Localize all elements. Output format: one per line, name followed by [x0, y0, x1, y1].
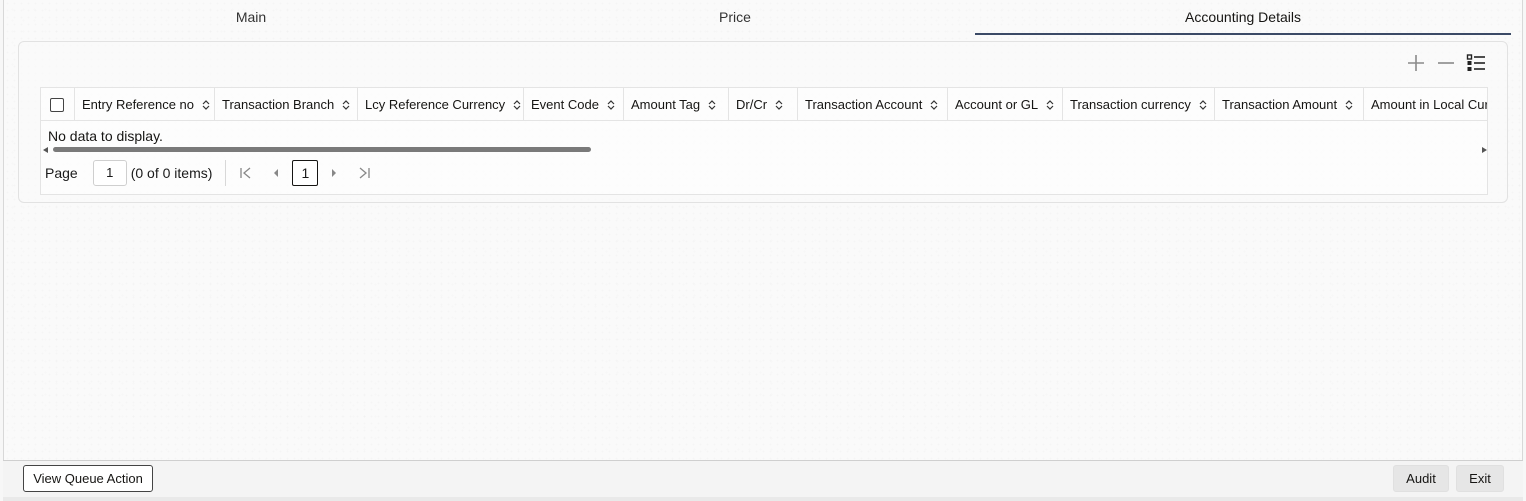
tab-accounting-details[interactable]: Accounting Details — [975, 0, 1511, 35]
add-icon — [1408, 55, 1424, 71]
pagination: Page 1 (0 of 0 items) 1 — [41, 158, 378, 188]
next-page-button[interactable] — [320, 160, 348, 186]
column-label: Lcy Reference Currency — [365, 97, 506, 112]
last-page-button[interactable] — [350, 160, 378, 186]
scroll-right-icon[interactable] — [1482, 147, 1487, 153]
col-dr-cr[interactable]: Dr/Cr — [729, 88, 798, 121]
col-transaction-account[interactable]: Transaction Account — [798, 88, 948, 121]
audit-button[interactable]: Audit — [1393, 465, 1449, 492]
column-label: Transaction Account — [805, 97, 923, 112]
remove-icon — [1438, 62, 1454, 64]
first-page-icon — [240, 167, 251, 179]
sort-icon — [930, 99, 938, 110]
column-list-icon — [1466, 54, 1485, 71]
view-queue-action-button[interactable]: View Queue Action — [23, 465, 153, 492]
column-label: Event Code — [531, 97, 599, 112]
sort-icon — [1199, 99, 1207, 110]
empty-message: No data to display. — [48, 128, 163, 144]
horizontal-scrollbar[interactable] — [41, 145, 1487, 155]
table-header: Entry Reference no Transaction Branch Lc… — [41, 88, 1488, 121]
sort-icon — [202, 99, 210, 110]
scroll-left-icon[interactable] — [43, 147, 48, 153]
column-list-button[interactable] — [1465, 52, 1487, 74]
col-transaction-amount[interactable]: Transaction Amount — [1215, 88, 1364, 121]
exit-button[interactable]: Exit — [1456, 465, 1504, 492]
column-label: Amount Tag — [631, 97, 701, 112]
previous-page-icon — [274, 169, 279, 177]
sort-icon — [775, 99, 783, 110]
add-row-button[interactable] — [1405, 52, 1427, 74]
first-page-button[interactable] — [232, 160, 260, 186]
bottom-strip — [3, 497, 1523, 501]
col-transaction-currency[interactable]: Transaction currency — [1063, 88, 1215, 121]
current-page[interactable]: 1 — [292, 160, 319, 186]
col-entry-reference-no[interactable]: Entry Reference no — [75, 88, 215, 121]
column-label: Transaction Branch — [222, 97, 335, 112]
accounting-entries-table: Entry Reference no Transaction Branch Lc… — [40, 87, 1488, 195]
grid-toolbar — [1405, 52, 1487, 74]
col-lcy-reference-currency[interactable]: Lcy Reference Currency — [358, 88, 524, 121]
pager-divider — [225, 160, 227, 186]
col-transaction-branch[interactable]: Transaction Branch — [215, 88, 358, 121]
sort-icon — [708, 99, 716, 110]
col-amount-in-local-currency[interactable]: Amount in Local Curre — [1364, 88, 1488, 121]
column-label: Entry Reference no — [82, 97, 195, 112]
scrollbar-thumb[interactable] — [53, 147, 591, 152]
page-number-input[interactable]: 1 — [92, 160, 127, 186]
footer-bar: View Queue Action Audit Exit — [3, 460, 1523, 501]
col-event-code[interactable]: Event Code — [524, 88, 624, 121]
sort-icon — [342, 99, 350, 110]
col-amount-tag[interactable]: Amount Tag — [624, 88, 729, 121]
select-all-cell — [41, 88, 75, 121]
sort-icon — [607, 99, 615, 110]
tab-main[interactable]: Main — [7, 0, 495, 34]
col-account-or-gl[interactable]: Account or GL — [948, 88, 1063, 121]
column-label: Amount in Local Curre — [1371, 97, 1488, 112]
tab-bar: Main Price Accounting Details — [7, 0, 1511, 36]
page-label: Page — [45, 165, 78, 181]
column-label: Dr/Cr — [736, 97, 768, 112]
column-label: Transaction Amount — [1222, 97, 1338, 112]
column-label: Account or GL — [955, 97, 1039, 112]
accounting-details-panel: Entry Reference no Transaction Branch Lc… — [18, 41, 1508, 203]
previous-page-button[interactable] — [262, 160, 290, 186]
column-label: Transaction currency — [1070, 97, 1191, 112]
last-page-icon — [359, 167, 371, 179]
sort-icon — [513, 99, 521, 110]
sort-icon — [1345, 99, 1353, 110]
items-count: (0 of 0 items) — [130, 165, 213, 181]
next-page-icon — [332, 169, 337, 177]
sort-icon — [1046, 99, 1054, 110]
remove-row-button[interactable] — [1435, 52, 1457, 74]
select-all-checkbox[interactable] — [50, 97, 64, 112]
tab-price[interactable]: Price — [495, 0, 975, 34]
